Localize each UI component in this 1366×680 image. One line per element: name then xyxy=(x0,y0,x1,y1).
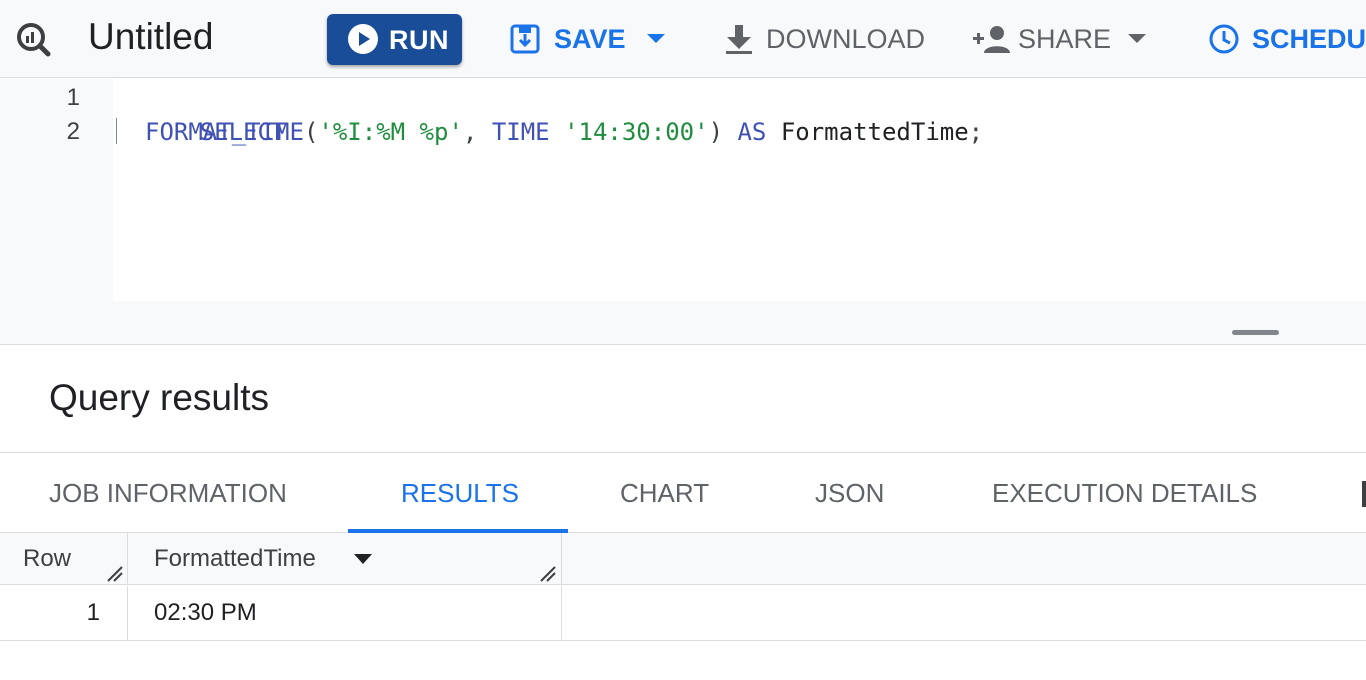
sql-open-paren: ( xyxy=(303,118,319,146)
share-button-label: SHARE xyxy=(1018,23,1112,54)
query-results-heading: Query results xyxy=(49,377,270,418)
line-number: 2 xyxy=(66,118,80,145)
sql-format-string: '%I:%M %p' xyxy=(318,118,463,146)
toolbar: Untitled RUN SAVE DOWNLOAD SHARE SCHEDU xyxy=(0,0,1366,78)
query-title[interactable]: Untitled xyxy=(88,14,213,60)
column-divider xyxy=(561,586,562,640)
code-line-2[interactable]: FORMAT_TIME('%I:%M %p', TIME '14:30:00')… xyxy=(145,115,983,149)
tab-job-information[interactable]: JOB INFORMATION xyxy=(49,453,287,533)
column-header-formattedtime[interactable]: FormattedTime xyxy=(154,533,316,585)
chevron-down-icon xyxy=(1128,34,1147,43)
row-number-cell: 1 xyxy=(86,599,100,626)
results-table-header: Row FormattedTime xyxy=(0,533,1366,585)
column-divider xyxy=(127,533,128,585)
save-icon xyxy=(510,24,540,54)
table-row[interactable]: 1 02:30 PM xyxy=(0,586,1366,641)
column-divider xyxy=(127,586,128,640)
share-button[interactable]: SHARE xyxy=(972,18,1147,60)
sort-dropdown-icon[interactable] xyxy=(354,554,372,564)
sql-comma: , xyxy=(462,118,478,146)
add-person-icon xyxy=(973,26,1010,53)
save-button-label: SAVE xyxy=(554,23,626,54)
save-button[interactable]: SAVE xyxy=(510,18,666,60)
tab-overflow-indicator[interactable] xyxy=(1362,481,1366,507)
sql-close-paren: ) xyxy=(708,118,724,146)
code-line-1[interactable]: SELECT xyxy=(113,81,287,146)
download-icon xyxy=(726,25,752,54)
formattedtime-cell[interactable]: 02:30 PM xyxy=(154,586,257,640)
sql-semicolon: ; xyxy=(968,118,984,146)
sql-time-string: '14:30:00' xyxy=(564,118,709,146)
indent-guide xyxy=(116,118,117,144)
column-resize-icon[interactable] xyxy=(539,565,557,583)
clock-icon xyxy=(1209,24,1239,54)
sql-keyword-as: AS xyxy=(737,118,767,146)
download-button[interactable]: DOWNLOAD xyxy=(724,18,925,60)
chevron-down-icon xyxy=(646,34,665,43)
code-area[interactable]: SELECT FORMAT_TIME('%I:%M %p', TIME '14:… xyxy=(113,79,1366,301)
query-icon xyxy=(17,23,51,57)
sql-keyword-time: TIME xyxy=(491,118,550,146)
results-tabs: JOB INFORMATION RESULTS CHART JSON EXECU… xyxy=(0,452,1366,533)
run-button[interactable]: RUN xyxy=(327,14,462,65)
sql-alias: FormattedTime xyxy=(780,118,969,146)
tab-json[interactable]: JSON xyxy=(815,453,884,533)
column-resize-icon[interactable] xyxy=(106,565,124,583)
tab-results[interactable]: RESULTS xyxy=(401,453,519,533)
run-button-label: RUN xyxy=(389,25,449,55)
sql-editor[interactable]: 1 2 SELECT FORMAT_TIME('%I:%M %p', TIME … xyxy=(0,79,1366,345)
sql-function: FORMAT_TIME xyxy=(145,118,304,146)
download-button-label: DOWNLOAD xyxy=(766,23,926,54)
line-number: 1 xyxy=(66,84,80,111)
schedule-button-label: SCHEDULE xyxy=(1252,23,1366,54)
tab-chart[interactable]: CHART xyxy=(620,453,709,533)
column-header-row: Row xyxy=(23,545,72,572)
column-divider xyxy=(561,533,562,585)
editor-resize-handle[interactable] xyxy=(1232,330,1279,335)
schedule-button[interactable]: SCHEDULE xyxy=(1208,18,1366,60)
play-icon xyxy=(348,24,378,54)
tab-execution-details[interactable]: EXECUTION DETAILS xyxy=(992,453,1257,533)
